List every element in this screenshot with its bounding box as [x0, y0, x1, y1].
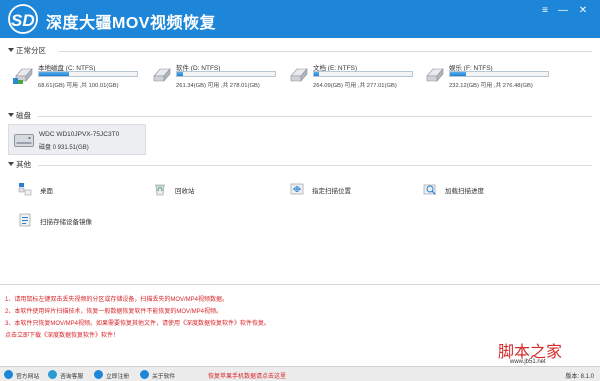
menu-button[interactable]: ≡ — [540, 6, 550, 16]
minimize-button[interactable]: — — [558, 6, 568, 16]
drive-e[interactable]: 文档 (E: NTFS) 264.09(GB) 可用 ,共 277.01(GB) — [287, 62, 417, 90]
scan-location-icon — [290, 183, 304, 195]
divider — [38, 165, 592, 166]
download-link[interactable]: 点击立即下载《深度数据恢复软件》软件！ — [5, 330, 119, 339]
desktop-icon — [18, 183, 32, 196]
collapse-arrow-icon — [8, 162, 14, 166]
status-label: 关于软件 — [152, 374, 176, 380]
status-label: 官方网站 — [16, 374, 40, 380]
collapse-arrow-icon — [8, 113, 14, 117]
section-other[interactable]: 其他 — [0, 158, 600, 172]
physical-disk-icon — [14, 134, 34, 147]
usage-fill — [450, 72, 466, 76]
tool-label: 桌面 — [40, 188, 53, 195]
divider — [38, 116, 592, 117]
title-bar: SD 深度大疆MOV视频恢复 ≡ — ✕ — [0, 0, 600, 38]
usage-fill — [39, 72, 70, 76]
drive-stat: 264.09(GB) 可用 ,共 277.01(GB) — [313, 83, 397, 89]
drive-f[interactable]: 娱乐 (F: NTFS) 232.12(GB) 可用 ,共 276.48(GB) — [423, 62, 558, 90]
disk-image-icon — [19, 213, 31, 227]
status-label: 立即注册 — [106, 374, 130, 380]
usage-bar — [313, 71, 413, 77]
disk-model: WDC WD10JPVX-75JC3T0 — [39, 131, 120, 138]
info-icon — [140, 370, 149, 379]
status-label: 咨询客服 — [60, 374, 84, 380]
usage-bar — [176, 71, 276, 77]
hard-drive-icon — [290, 68, 308, 82]
collapse-arrow-icon — [8, 48, 14, 52]
hard-drive-icon — [426, 68, 444, 82]
register-icon — [94, 370, 103, 379]
drive-d[interactable]: 软件 (D: NTFS) 261.34(GB) 可用 ,共 278.01(GB) — [150, 62, 280, 90]
divider — [58, 51, 592, 52]
disk-info: 磁盘 0 931.51(GB) — [39, 145, 89, 151]
home-icon — [4, 370, 13, 379]
status-bar: 官方网站 咨询客服 立即注册 关于软件 恢复苹果手机数据请点击这里 版本: 8.… — [0, 366, 600, 381]
section-disks[interactable]: 磁盘 — [0, 109, 600, 123]
drive-c[interactable]: 本地磁盘 (C: NTFS) 68.61(GB) 可用 ,共 100.01(GB… — [12, 62, 142, 90]
note-line: 2、本软件使用碎片扫描技术，恢复一般数据恢复软件不能恢复的MOV/MP4视频。 — [5, 309, 223, 315]
close-button[interactable]: ✕ — [578, 6, 588, 16]
svg-text:SD: SD — [11, 11, 35, 30]
usage-bar — [38, 71, 138, 77]
app-logo-icon: SD — [8, 4, 38, 34]
usage-fill — [314, 72, 319, 76]
drive-stat: 261.34(GB) 可用 ,共 278.01(GB) — [176, 83, 260, 89]
usage-fill — [177, 72, 183, 76]
recycle-bin-icon — [155, 184, 165, 196]
load-progress-icon — [423, 184, 436, 195]
note-line: 3、本软件只恢复MOV/MP4视频。如果需要恢复其他文件，请使用《深度数据恢复软… — [5, 321, 271, 327]
tool-label: 指定扫描位置 — [312, 188, 351, 195]
drive-stat: 232.12(GB) 可用 ,共 276.48(GB) — [449, 83, 533, 89]
section-label: 磁盘 — [16, 111, 31, 120]
section-label: 正常分区 — [16, 46, 46, 55]
usage-bar — [449, 71, 549, 77]
hard-drive-icon — [153, 68, 171, 82]
section-partitions[interactable]: 正常分区 — [0, 44, 600, 58]
drive-stat: 68.61(GB) 可用 ,共 100.01(GB) — [38, 83, 119, 89]
watermark: 脚本之家 www.jb51.net — [488, 338, 596, 368]
section-label: 其他 — [16, 160, 31, 169]
app-title: 深度大疆MOV视频恢复 — [46, 15, 216, 32]
tool-label: 扫描存储设备镜像 — [40, 219, 92, 226]
hard-drive-icon — [13, 68, 33, 84]
disk-0[interactable]: WDC WD10JPVX-75JC3T0 磁盘 0 931.51(GB) — [8, 124, 146, 155]
note-line: 1、请用鼠标左键双击丢失视频的分区或存储设备，扫描丢失的MOV/MP4视频数据。 — [5, 297, 229, 303]
version-label: 版本: 8.1.0 — [565, 374, 594, 380]
tool-label: 回收站 — [175, 188, 195, 195]
chat-icon — [48, 370, 57, 379]
iphone-recovery-link[interactable]: 恢复苹果手机数据请点击这里 — [208, 371, 286, 380]
tool-label: 加载扫描进度 — [445, 188, 484, 195]
watermark-url: www.jb51.net — [510, 359, 546, 365]
